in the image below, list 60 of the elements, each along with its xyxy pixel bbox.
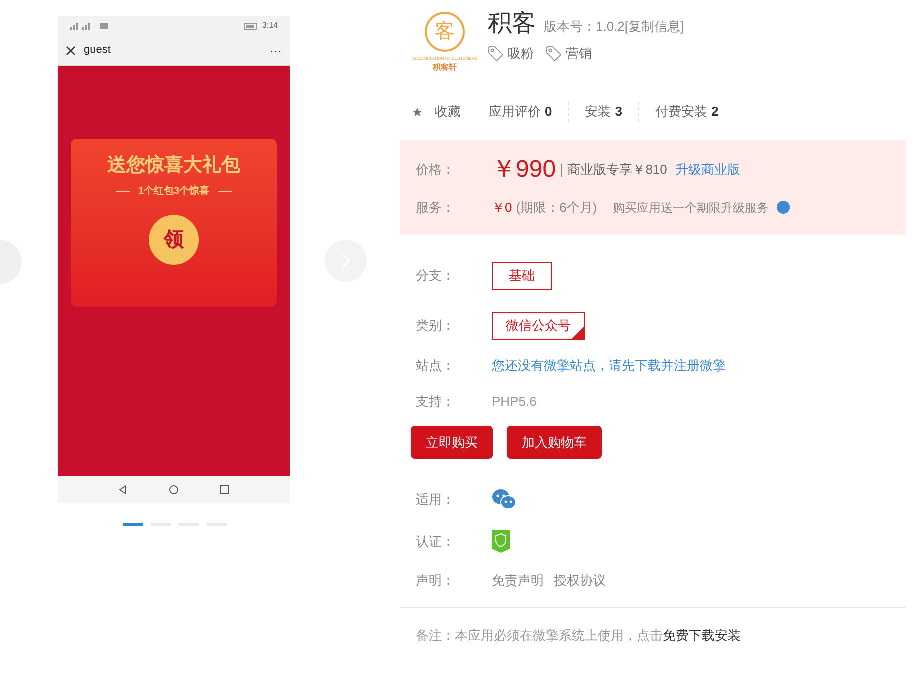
statement-link[interactable]: 免责声明 <box>492 571 544 590</box>
tag-icon <box>546 46 562 62</box>
chat-bubbles-icon <box>492 489 517 510</box>
tag-label[interactable]: 吸粉 <box>508 44 534 64</box>
field-label: 认证： <box>416 532 456 551</box>
favorite-button[interactable]: 收藏 <box>412 102 489 122</box>
shield-badge-icon <box>492 530 510 553</box>
stat-count: 2 <box>711 103 719 122</box>
version-text: 版本号：1.0.2 <box>544 18 625 36</box>
more-menu[interactable]: ··· <box>270 42 282 60</box>
signal-icon <box>70 22 110 30</box>
price-separator: | <box>560 160 564 180</box>
support-value: PHP5.6 <box>492 392 537 410</box>
download-link[interactable]: 免费下载安装 <box>663 626 741 645</box>
tag-icon <box>488 46 504 62</box>
claim-button[interactable]: 领 <box>149 214 199 264</box>
price-amount: ￥990 <box>492 158 556 182</box>
divider-line <box>218 190 232 192</box>
stat-count: 0 <box>545 103 552 122</box>
buy-now-button[interactable]: 立即购买 <box>411 426 493 459</box>
back-icon[interactable] <box>118 484 128 494</box>
field-label: 站点： <box>416 357 456 375</box>
stat-label: 付费安装 <box>655 103 708 122</box>
note-text: 备注：本应用必须在微擎系统上使用，点击 <box>416 626 663 644</box>
page-title: guest <box>84 43 112 58</box>
field-label: 类别： <box>416 317 456 336</box>
star-icon <box>412 106 423 118</box>
battery-icon <box>244 22 258 30</box>
field-label: 价格： <box>416 161 456 179</box>
field-label: 分支： <box>416 267 456 286</box>
home-icon[interactable] <box>168 484 179 494</box>
field-label: 服务： <box>416 198 456 217</box>
site-text: 您还没有微擎站点， <box>492 357 609 375</box>
option-button[interactable]: 基础 <box>492 262 552 290</box>
add-to-cart-button[interactable]: 加入购物车 <box>507 426 602 459</box>
option-button[interactable]: 微信公众号 <box>492 312 585 340</box>
close-icon[interactable] <box>66 46 76 56</box>
service-note: 购买应用送一个期限升级服务 <box>613 200 770 216</box>
service-period: (期限：6个月) <box>516 198 598 217</box>
field-label: 适用： <box>416 490 456 509</box>
tag-label[interactable]: 营销 <box>566 44 592 64</box>
stat-label: 安装 <box>585 103 612 122</box>
field-label: 声明： <box>416 572 456 590</box>
register-link[interactable]: 请先下载并注册微擎 <box>609 356 726 376</box>
service-amount: ￥0 <box>492 198 512 217</box>
divider-line <box>116 190 130 192</box>
app-name: 积客 <box>488 12 536 36</box>
business-price: 商业版专享￥810 <box>568 161 668 179</box>
upgrade-link[interactable]: 升级商业版 <box>675 160 740 180</box>
stat-label: 应用评价 <box>489 103 541 122</box>
recents-icon[interactable] <box>220 484 230 494</box>
field-label: 支持： <box>416 392 456 410</box>
statement-link[interactable]: 授权协议 <box>554 571 606 590</box>
status-time: 3:14 <box>262 20 278 32</box>
selected-corner-icon <box>572 327 584 339</box>
copy-info-link[interactable]: [复制信息] <box>624 16 684 36</box>
stat-count: 3 <box>615 103 622 122</box>
envelope-subline: 1个红包3个惊喜 <box>138 184 210 198</box>
envelope-headline: 送您惊喜大礼包 <box>108 153 240 178</box>
help-icon[interactable] <box>777 201 790 214</box>
